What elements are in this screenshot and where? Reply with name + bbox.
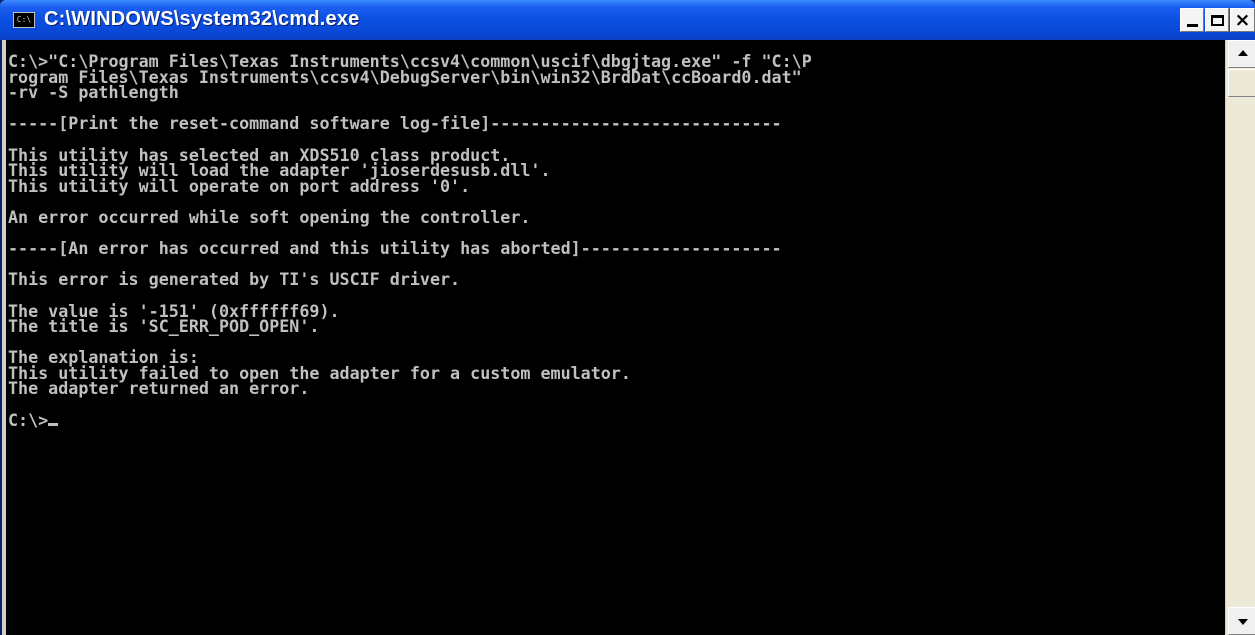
console-line: An error occurred while soft opening the… <box>8 206 531 227</box>
scroll-down-arrow-icon <box>1238 619 1248 625</box>
close-icon: × <box>1234 9 1251 31</box>
scrollbar-thumb[interactable] <box>1228 69 1255 97</box>
console-output: C:\>"C:\Program Files\Texas Instruments\… <box>8 51 812 430</box>
close-button[interactable]: × <box>1230 8 1255 32</box>
scroll-down-button[interactable] <box>1228 607 1255 635</box>
scroll-up-arrow-icon <box>1238 50 1248 56</box>
minimize-icon <box>1186 24 1198 27</box>
console-area[interactable]: C:\>"C:\Program Files\Texas Instruments\… <box>2 40 1225 635</box>
title-bar[interactable]: C:\ C:\WINDOWS\system32\cmd.exe × <box>0 0 1255 40</box>
console-line: -rv -S pathlength <box>8 82 179 103</box>
maximize-button[interactable] <box>1205 8 1229 32</box>
window-client-area: C:\>"C:\Program Files\Texas Instruments\… <box>2 40 1255 635</box>
vertical-scrollbar[interactable] <box>1225 40 1255 635</box>
console-line: -----[An error has occurred and this uti… <box>8 238 782 259</box>
maximize-icon <box>1210 14 1224 26</box>
console-line: -----[Print the reset-command software l… <box>8 113 782 134</box>
console-line: The title is 'SC_ERR_POD_OPEN'. <box>8 316 320 337</box>
window-title: C:\WINDOWS\system32\cmd.exe <box>44 8 360 30</box>
scroll-up-button[interactable] <box>1228 40 1255 68</box>
console-line: This error is generated by TI's USCIF dr… <box>8 269 461 290</box>
minimize-button[interactable] <box>1180 8 1204 32</box>
console-line: The adapter returned an error. <box>8 378 310 399</box>
cmd-window: C:\ C:\WINDOWS\system32\cmd.exe × C:\>"C… <box>0 0 1255 635</box>
text-cursor <box>48 422 59 426</box>
console-line: This utility will operate on port addres… <box>8 175 471 196</box>
command-prompt: C:\> <box>8 409 49 430</box>
console-lines: C:\>"C:\Program Files\Texas Instruments\… <box>8 51 812 398</box>
cmd-icon[interactable]: C:\ <box>13 12 35 28</box>
